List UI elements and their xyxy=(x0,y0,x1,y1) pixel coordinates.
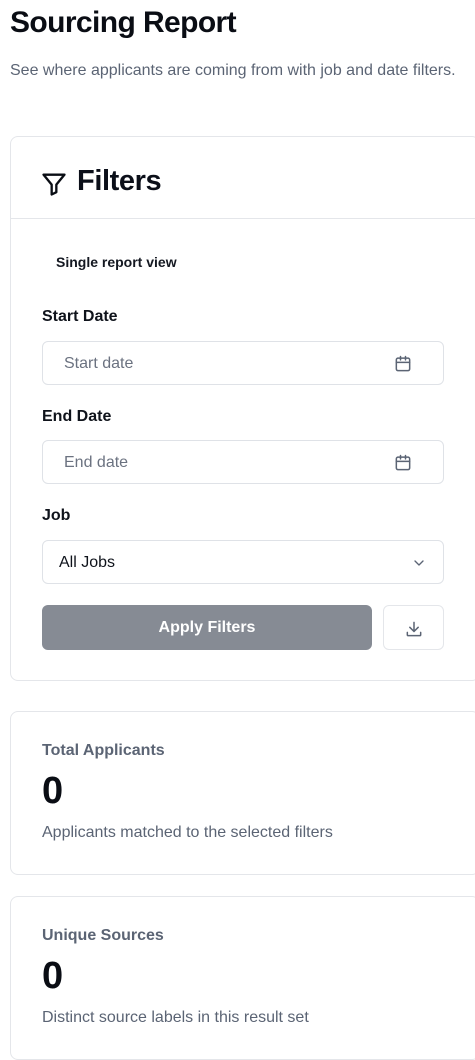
calendar-icon[interactable] xyxy=(393,453,413,473)
job-select[interactable]: All Jobs xyxy=(42,540,444,584)
unique-sources-card: Unique Sources 0 Distinct source labels … xyxy=(10,896,475,1060)
download-icon xyxy=(406,621,422,637)
stat-value: 0 xyxy=(42,955,64,997)
filters-card: Filters Single report view Start Date St… xyxy=(10,136,475,681)
start-date-label: Start Date xyxy=(42,308,118,325)
page-subtitle: See where applicants are coming from wit… xyxy=(10,62,456,79)
filters-title: Filters xyxy=(77,165,162,197)
download-button[interactable] xyxy=(383,605,444,650)
start-date-input[interactable]: Start date xyxy=(42,341,444,385)
report-view-label: Single report view xyxy=(56,254,177,270)
filters-header: Filters xyxy=(11,137,475,219)
start-date-placeholder: Start date xyxy=(64,355,134,372)
apply-filters-button[interactable]: Apply Filters xyxy=(42,605,372,650)
job-select-value: All Jobs xyxy=(59,554,116,571)
end-date-placeholder: End date xyxy=(64,454,129,471)
end-date-input[interactable]: End date xyxy=(42,440,444,484)
stat-description: Distinct source labels in this result se… xyxy=(42,1009,309,1026)
stat-description: Applicants matched to the selected filte… xyxy=(42,824,333,841)
chevron-down-icon xyxy=(414,560,424,566)
page-title: Sourcing Report xyxy=(10,6,237,39)
stat-label: Unique Sources xyxy=(42,927,164,944)
job-label: Job xyxy=(42,507,71,524)
calendar-icon[interactable] xyxy=(393,354,413,374)
total-applicants-card: Total Applicants 0 Applicants matched to… xyxy=(10,711,475,875)
stat-label: Total Applicants xyxy=(42,742,165,759)
filter-icon xyxy=(42,173,66,196)
stat-value: 0 xyxy=(42,770,64,812)
end-date-label: End Date xyxy=(42,408,112,425)
